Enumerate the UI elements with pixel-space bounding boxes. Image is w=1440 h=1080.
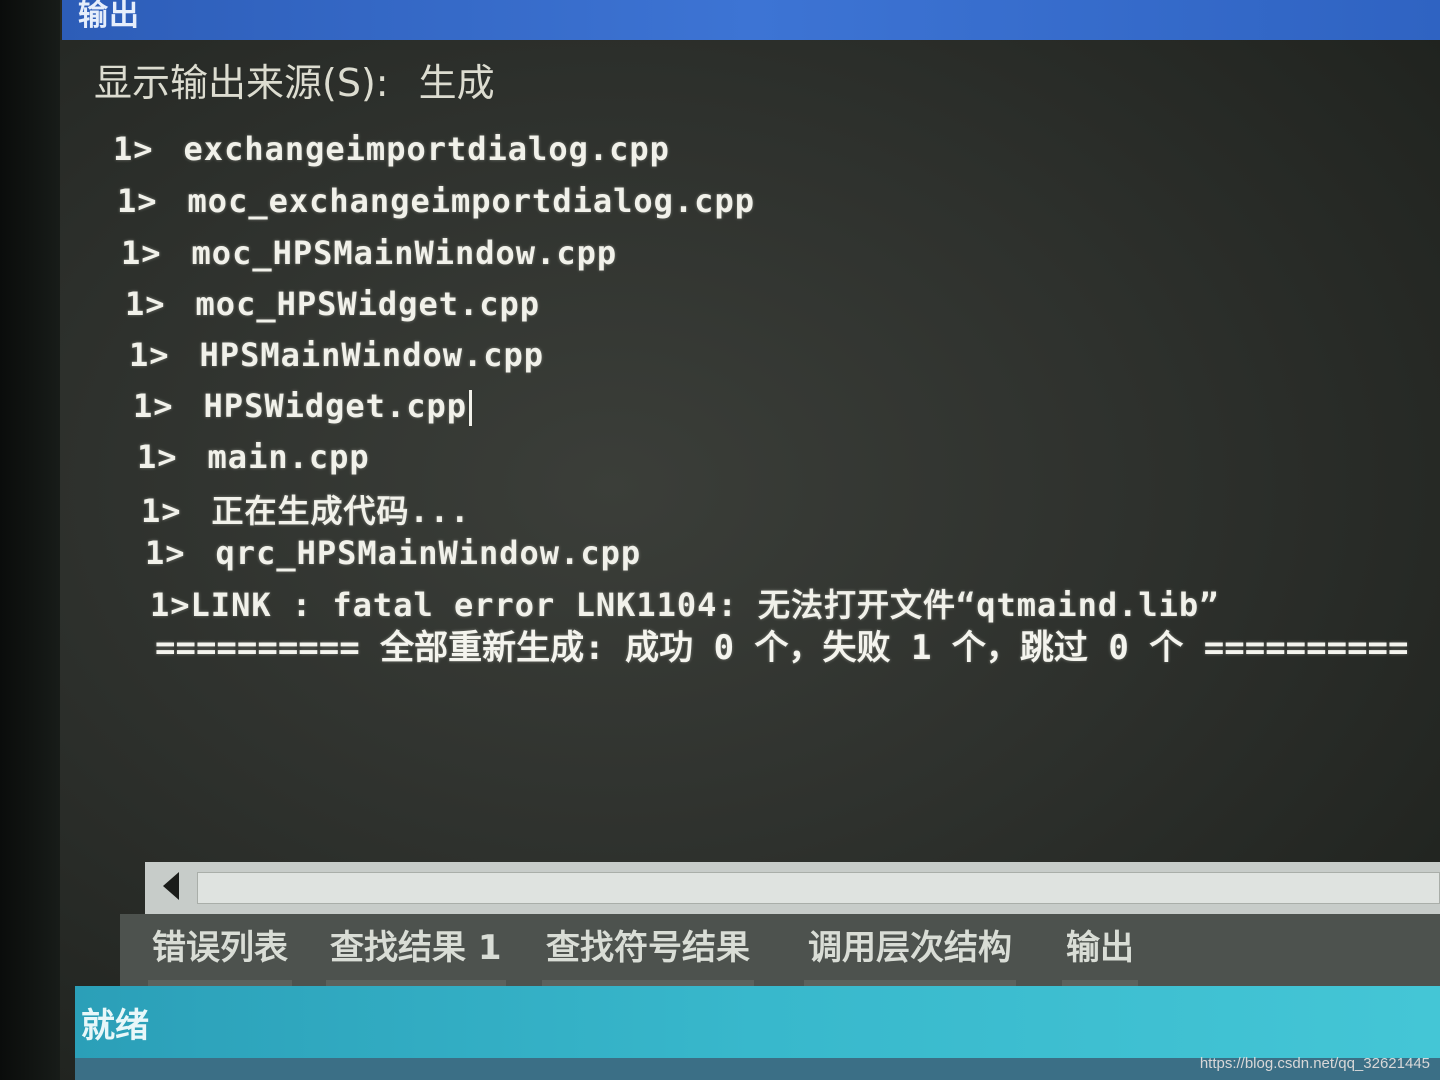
- output-line: 1> 正在生成代码...: [141, 486, 470, 532]
- output-line: 1> HPSMainWindow.cpp: [129, 336, 544, 374]
- output-line: 1> moc_HPSWidget.cpp: [125, 285, 540, 323]
- line-text: moc_HPSWidget.cpp: [195, 285, 541, 323]
- horizontal-scrollbar[interactable]: [145, 862, 1440, 914]
- line-text: HPSMainWindow.cpp: [199, 336, 545, 374]
- output-line: 1> qrc_HPSMainWindow.cpp: [145, 534, 641, 572]
- tab-find-symbol-results[interactable]: 查找符号结果: [542, 920, 754, 988]
- status-bar: 就绪: [75, 986, 1440, 1058]
- line-prefix: 1>: [117, 182, 158, 220]
- line-text: moc_HPSMainWindow.cpp: [191, 234, 618, 272]
- line-text: qrc_HPSMainWindow.cpp: [215, 534, 642, 572]
- line-text: moc_exchangeimportdialog.cpp: [187, 182, 755, 220]
- status-text: 就绪: [81, 1006, 149, 1046]
- line-text: HPSWidget.cpp: [203, 387, 467, 425]
- line-prefix: 1>: [113, 130, 154, 168]
- output-line: 1> moc_exchangeimportdialog.cpp: [117, 182, 755, 220]
- tab-find-results-1[interactable]: 查找结果 1: [326, 920, 506, 988]
- output-line: 1> HPSWidget.cpp: [133, 387, 472, 426]
- line-prefix: 1>: [137, 438, 178, 476]
- text-cursor: [468, 390, 472, 426]
- output-line: 1> exchangeimportdialog.cpp: [113, 130, 670, 168]
- output-line: 1> main.cpp: [137, 438, 370, 476]
- tab-error-list[interactable]: 错误列表: [148, 920, 292, 988]
- tab-call-hierarchy[interactable]: 调用层次结构: [804, 920, 1016, 988]
- line-prefix: 1>: [141, 492, 182, 530]
- line-text: 正在生成代码...: [211, 492, 471, 530]
- line-prefix: 1>: [129, 336, 170, 374]
- watermark-text: https://blog.csdn.net/qq_32621445: [1199, 1055, 1430, 1072]
- scrollbar-thumb[interactable]: [197, 872, 1440, 904]
- line-prefix: 1>: [145, 534, 186, 572]
- tab-output[interactable]: 输出: [1062, 920, 1138, 988]
- output-line: 1> moc_HPSMainWindow.cpp: [121, 234, 617, 272]
- line-prefix: 1>: [121, 234, 162, 272]
- bottom-tab-strip: 错误列表 查找结果 1 查找符号结果 调用层次结构 输出: [120, 914, 1440, 988]
- build-summary-line: ========== 全部重新生成: 成功 0 个，失败 1 个，跳过 0 个 …: [155, 628, 1409, 668]
- line-prefix: 1>: [125, 285, 166, 323]
- scroll-left-arrow-icon[interactable]: [163, 872, 179, 900]
- line-prefix: 1>: [133, 387, 174, 425]
- output-text-area[interactable]: 1> exchangeimportdialog.cpp 1> moc_exchang…: [0, 0, 1440, 860]
- line-text: exchangeimportdialog.cpp: [183, 130, 670, 168]
- line-text: main.cpp: [207, 438, 370, 476]
